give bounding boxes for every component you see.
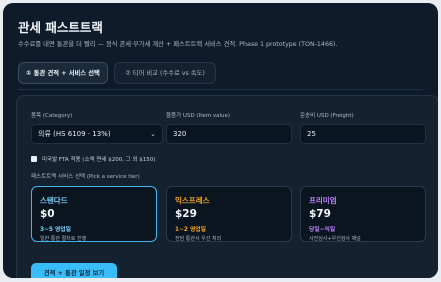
tier-price: $29 (175, 208, 197, 220)
fta-checkbox[interactable] (31, 156, 37, 162)
freight-label: 운송비 USD (Freight) (300, 113, 354, 119)
tier-card-standard[interactable]: 스탠다드 $0 3~5 영업일 일반 통관 절차로 진행 (31, 186, 157, 242)
tier-days: 1~2 영업일 (175, 227, 206, 233)
divider (18, 89, 423, 90)
view-quote-button[interactable]: 견적 + 통관 일정 보기 (31, 263, 117, 278)
fta-checkbox-label: 미국발 FTA 적용 (소액 면세 $200, 그 외 $150) (42, 157, 156, 163)
tier-days: 당일~익일 (309, 227, 336, 233)
freight-input[interactable]: 25 (300, 124, 426, 144)
category-value: 의류 (HS 6109 · 13%) (38, 130, 111, 138)
page-subtitle: 수수료를 내면 통관을 더 빨리 — 정식 관세·부가세 계산 + 패스트트랙 … (18, 41, 338, 48)
category-select[interactable]: 의류 (HS 6109 · 13%) ⌄ (31, 124, 163, 144)
quote-panel: 품목 (Category) 의류 (HS 6109 · 13%) ⌄ 물품가 U… (16, 95, 438, 278)
tier-name: 스탠다드 (40, 196, 68, 205)
fasttrack-window: 관세 패스트트랙 수수료를 내면 통관을 더 빨리 — 정식 관세·부가세 계산… (3, 3, 438, 278)
tier-card-premium[interactable]: 프리미엄 $79 당일~익일 사전심사+우선검사 채널 (300, 186, 426, 242)
chevron-down-icon: ⌄ (150, 130, 156, 138)
tier-name: 익스프레스 (175, 196, 210, 205)
page-title: 관세 패스트트랙 (18, 20, 103, 35)
category-label: 품목 (Category) (31, 113, 73, 119)
tier-price: $0 (40, 208, 55, 220)
item-value-input[interactable]: 320 (166, 124, 292, 144)
tier-card-express[interactable]: 익스프레스 $29 1~2 영업일 전담 통관사 우선 처리 (166, 186, 292, 242)
tier-desc: 전담 통관사 우선 처리 (175, 236, 222, 242)
tab-quote[interactable]: ① 통관 견적 + 서비스 선택 (18, 62, 108, 84)
tier-desc: 일반 통관 절차로 진행 (40, 236, 87, 242)
tier-label: 패스트트랙 서비스 선택 (Pick a service tier) (31, 174, 140, 180)
tier-desc: 사전심사+우선검사 채널 (309, 236, 361, 242)
tier-price: $79 (309, 208, 331, 220)
item-value-label: 물품가 USD (Item value) (166, 113, 231, 119)
tier-days: 3~5 영업일 (40, 227, 71, 233)
tab-tier-compare[interactable]: ② 티어 비교 (수수료 vs 속도) (114, 62, 216, 84)
tier-name: 프리미엄 (309, 196, 337, 205)
